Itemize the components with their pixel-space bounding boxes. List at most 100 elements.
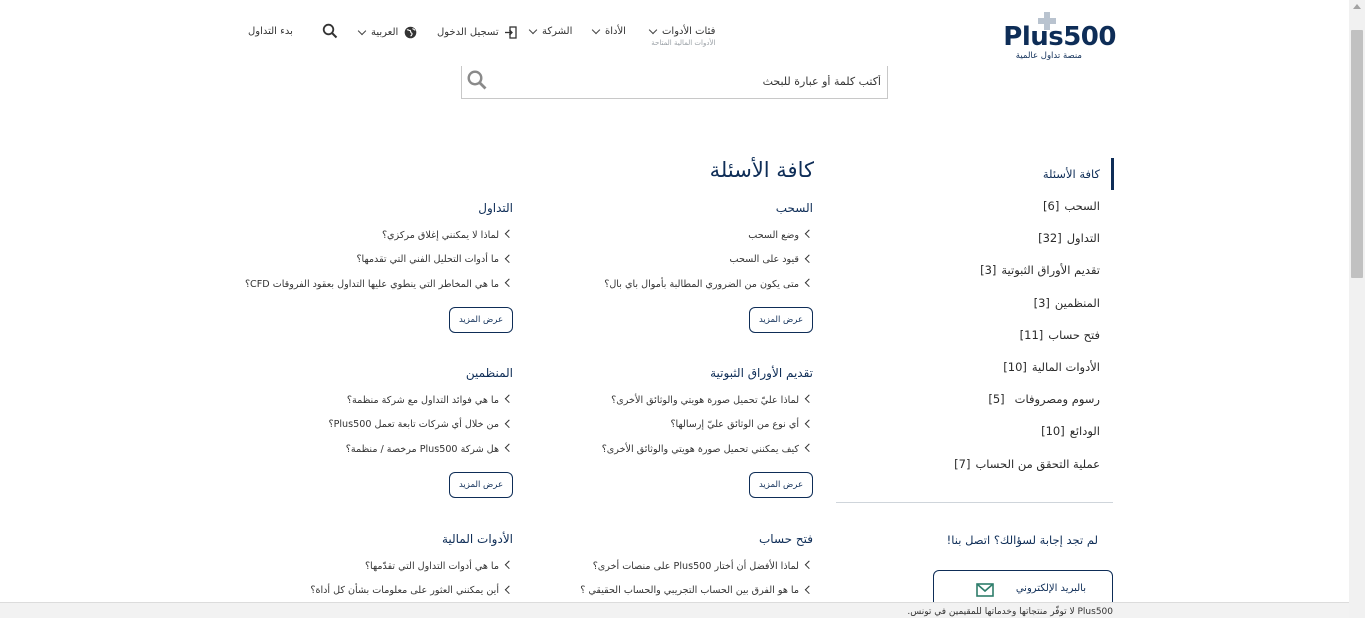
search-toggle[interactable] xyxy=(322,23,338,39)
question-text: من خلال أي شركات تابعة تعمل Plus500؟ xyxy=(328,419,499,431)
question-link[interactable]: ما هي أدوات التداول التي تقدّمها؟ xyxy=(213,554,514,579)
question-text: أين يمكنني العثور على معلومات بشأن كل أد… xyxy=(310,585,499,597)
question-link[interactable]: لماذا لا يمكنني إغلاق مركزي؟ xyxy=(213,223,514,248)
sidebar-item-withdrawal[interactable]: السحب [6] xyxy=(836,190,1114,222)
question-text: ما أدوات التحليل الفني التي تقدمها؟ xyxy=(356,254,499,266)
sidebar-item-label: كافة الأسئلة xyxy=(1042,167,1100,181)
sidebar-item-documents[interactable]: تقديم الأوراق الثبوتية [3] xyxy=(836,254,1114,286)
question-link[interactable]: أي نوع من الوثائق عليّ إرسالها؟ xyxy=(513,413,814,438)
question-link[interactable]: متى يكون من الضروري المطالبة بأموال باي … xyxy=(513,272,814,297)
search-button[interactable] xyxy=(466,69,488,91)
instruments-menu[interactable]: فئات الأدوات الأدوات المالية المتاحة xyxy=(648,25,715,47)
question-link[interactable]: ما هي فوائد التداول مع شركة منظمة؟ xyxy=(213,388,514,413)
question-link[interactable]: وضع السحب xyxy=(513,223,814,248)
sidebar-item-count: [3] xyxy=(1033,295,1050,310)
regional-notice-text: Plus500 لا توفّر منتجاتها وخدماتها للمقي… xyxy=(907,607,1113,617)
sidebar-item-instruments[interactable]: الأدوات المالية [10] xyxy=(836,351,1114,383)
vertical-scrollbar[interactable] xyxy=(1349,0,1365,618)
chevron-left-icon xyxy=(504,419,514,428)
chevron-left-icon xyxy=(504,443,514,453)
globe-icon xyxy=(405,26,417,39)
search-icon xyxy=(322,23,338,39)
question-link[interactable]: من خلال أي شركات تابعة تعمل Plus500؟ xyxy=(213,413,514,438)
question-text: لماذا لا يمكنني إغلاق مركزي؟ xyxy=(381,229,499,241)
company-label: الشركة xyxy=(542,26,573,37)
chevron-left-icon xyxy=(504,278,514,288)
instruments-sublabel: الأدوات المالية المتاحة xyxy=(651,39,716,47)
category-sidebar: كافة الأسئلة السحب [6] التداول [32] تقدي… xyxy=(836,158,1114,480)
start-trading-label: بدء التداول xyxy=(248,26,293,37)
scroll-up-arrow-icon[interactable] xyxy=(1353,4,1361,9)
tools-label: الأداة xyxy=(605,26,626,37)
chevron-left-icon xyxy=(504,229,514,239)
question-link[interactable]: هل شركة Plus500 مرخصة / منظمة؟ xyxy=(213,437,514,462)
category-open-account: فتح حساب لماذا الأفضل أن أختار Plus500 ع… xyxy=(513,532,814,604)
sidebar-item-verification[interactable]: عملية التحقق من الحساب [7] xyxy=(836,448,1114,480)
sidebar-item-count: [6] xyxy=(1043,199,1060,214)
chevron-left-icon xyxy=(504,560,514,570)
sidebar-item-label: السحب xyxy=(1064,199,1100,214)
instruments-label-wrap: فئات الأدوات الأدوات المالية المتاحة xyxy=(651,26,715,47)
sidebar-item-count: [11] xyxy=(1019,327,1044,342)
question-link[interactable]: ما أدوات التحليل الفني التي تقدمها؟ xyxy=(213,248,514,273)
question-link[interactable]: قيود على السحب xyxy=(513,248,814,273)
chevron-left-icon xyxy=(504,585,514,594)
show-more-button[interactable]: عرض المزيد xyxy=(749,306,813,333)
question-text: لماذا عليّ تحميل صورة هويتي والوثائق الأ… xyxy=(611,394,799,406)
question-link[interactable]: ما هو الفرق بين الحساب التجريبي والحساب … xyxy=(513,579,814,604)
category-instruments: الأدوات المالية ما هي أدوات التداول التي… xyxy=(213,532,514,604)
company-menu[interactable]: الشركة xyxy=(528,25,573,37)
category-title: المنظمين xyxy=(465,366,513,380)
sidebar-item-label: تقديم الأوراق الثبوتية xyxy=(1001,263,1100,278)
chevron-left-icon xyxy=(804,443,814,453)
login-link[interactable]: تسجيل الدخول xyxy=(437,26,517,39)
scrollbar-thumb[interactable] xyxy=(1351,30,1363,278)
header: Plus500 منصة تداول عالمية بدء التداول ال… xyxy=(240,12,1120,64)
chevron-left-icon xyxy=(504,254,514,263)
show-more-button[interactable]: عرض المزيد xyxy=(449,471,513,498)
faq-search xyxy=(461,66,888,99)
question-text: ما هي المخاطر التي ينطوي عليها التداول ب… xyxy=(244,278,499,290)
contact-question: لم تجد إجابة لسؤالك؟ اتصل بنا! xyxy=(946,533,1098,547)
sidebar-item-count: [32] xyxy=(1038,231,1062,246)
sidebar-item-label: الودائع xyxy=(1069,424,1100,439)
sidebar-item-fees[interactable]: رسوم ومصروفات [5] xyxy=(836,383,1114,415)
category-regulators: المنظمين ما هي فوائد التداول مع شركة منظ… xyxy=(213,366,514,498)
plus500-logo[interactable]: Plus500 منصة تداول عالمية xyxy=(976,12,1116,64)
category-documents: تقديم الأوراق الثبوتية لماذا عليّ تحميل … xyxy=(513,366,814,498)
question-link[interactable]: لماذا الأفضل أن أختار Plus500 على منصات … xyxy=(513,554,814,579)
sidebar-item-label: التداول xyxy=(1066,231,1100,246)
language-selector[interactable]: العربية xyxy=(357,26,417,39)
search-input[interactable] xyxy=(501,70,881,92)
tools-menu[interactable]: الأداة xyxy=(591,25,626,37)
question-link[interactable]: ما هي المخاطر التي ينطوي عليها التداول ب… xyxy=(213,272,514,297)
language-label: العربية xyxy=(371,27,399,38)
chevron-left-icon xyxy=(804,394,814,404)
sidebar-item-count: [10] xyxy=(1041,424,1065,439)
question-link[interactable]: كيف يمكنني تحميل صورة هويتي والوثائق الأ… xyxy=(513,437,814,462)
sidebar-item-label: عملية التحقق من الحساب xyxy=(975,456,1100,471)
question-link[interactable]: لماذا عليّ تحميل صورة هويتي والوثائق الأ… xyxy=(513,388,814,413)
category-title: السحب xyxy=(775,201,813,215)
question-text: ما هي أدوات التداول التي تقدّمها؟ xyxy=(364,560,499,572)
sidebar-item-count: [7] xyxy=(954,456,971,471)
sidebar-item-trading[interactable]: التداول [32] xyxy=(836,222,1114,254)
category-withdrawal: السحب وضع السحب قيود على السحب متى يكون … xyxy=(513,201,814,333)
logo-tagline: منصة تداول عالمية xyxy=(1015,51,1082,61)
question-link[interactable]: أين يمكنني العثور على معلومات بشأن كل أد… xyxy=(213,579,514,604)
question-text: لماذا الأفضل أن أختار Plus500 على منصات … xyxy=(592,560,799,572)
show-more-button[interactable]: عرض المزيد xyxy=(749,471,813,498)
sidebar-item-regulators[interactable]: المنظمين [3] xyxy=(836,287,1114,319)
question-text: قيود على السحب xyxy=(729,254,799,266)
start-trading-link[interactable]: بدء التداول xyxy=(248,26,293,37)
category-title: الأدوات المالية xyxy=(441,532,513,546)
show-more-button[interactable]: عرض المزيد xyxy=(449,306,513,333)
sidebar-item-deposits[interactable]: الودائع [10] xyxy=(836,415,1114,447)
chevron-down-icon xyxy=(528,25,538,35)
sidebar-item-open-account[interactable]: فتح حساب [11] xyxy=(836,319,1114,351)
chevron-left-icon xyxy=(804,419,814,428)
page: Plus500 منصة تداول عالمية بدء التداول ال… xyxy=(0,0,1349,618)
chevron-left-icon xyxy=(804,560,814,570)
question-text: ما هي فوائد التداول مع شركة منظمة؟ xyxy=(346,394,499,406)
sidebar-item-all[interactable]: كافة الأسئلة xyxy=(836,158,1114,190)
